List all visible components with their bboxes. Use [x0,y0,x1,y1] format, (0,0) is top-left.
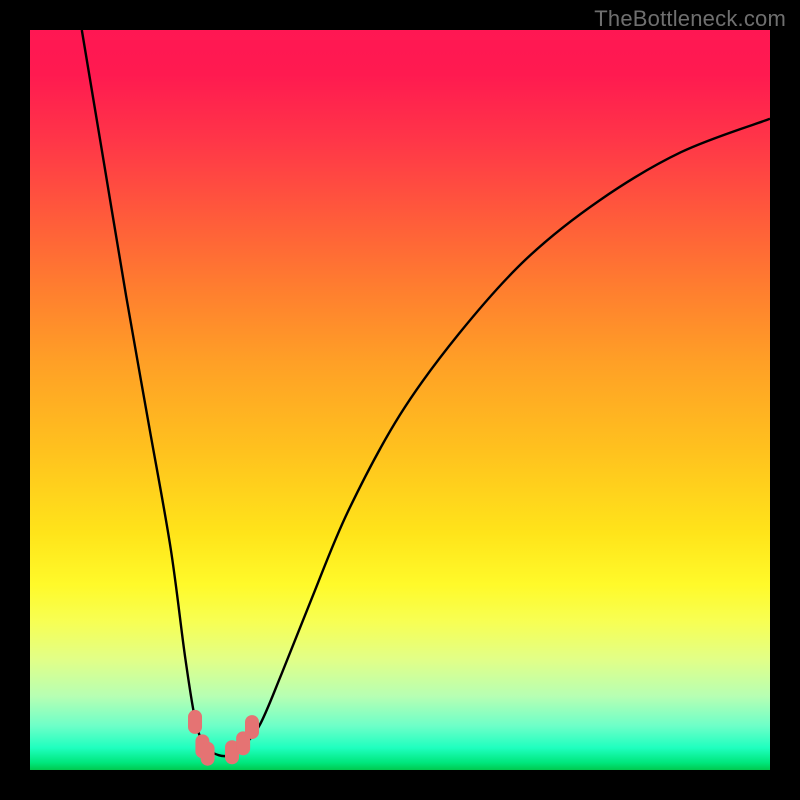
plot-area [30,30,770,770]
bottleneck-curve [82,30,770,756]
marker [201,742,215,766]
watermark-text: TheBottleneck.com [594,6,786,32]
marker [245,715,259,739]
marker [188,710,202,734]
chart-frame: TheBottleneck.com [0,0,800,800]
curve-markers [188,710,259,766]
curve-svg [30,30,770,770]
